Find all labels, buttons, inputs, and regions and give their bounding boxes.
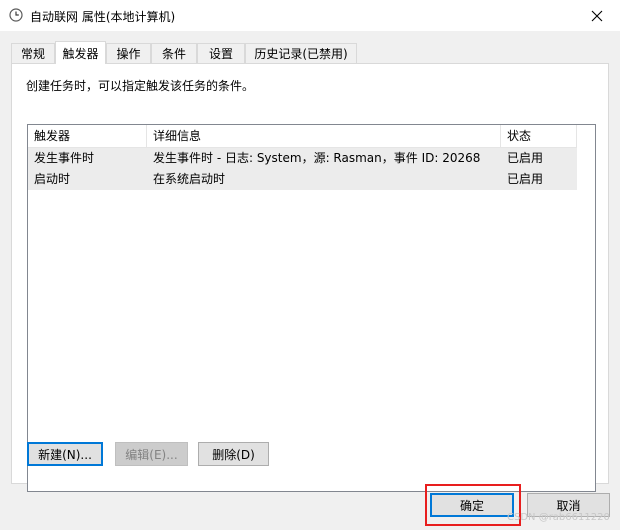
tab-general[interactable]: 常规 <box>11 43 55 63</box>
window-title: 自动联网 属性(本地计算机) <box>30 10 176 24</box>
close-icon <box>591 10 603 21</box>
column-header-details[interactable]: 详细信息 <box>147 125 501 147</box>
close-button[interactable] <box>574 0 620 31</box>
tab-actions[interactable]: 操作 <box>106 43 151 63</box>
tab-settings[interactable]: 设置 <box>197 43 245 63</box>
trigger-cell: 发生事件时 <box>34 151 95 165</box>
triggers-list[interactable]: 触发器 详细信息 状态 发生事件时 发生事件时 - 日志: System，源: … <box>27 124 596 492</box>
details-cell: 发生事件时 - 日志: System，源: Rasman，事件 ID: 2026… <box>153 151 481 165</box>
triggers-description: 创建任务时，可以指定触发该任务的条件。 <box>26 79 255 93</box>
title-bar: 自动联网 属性(本地计算机) <box>0 0 620 31</box>
edit-trigger-button[interactable]: 编辑(E)... <box>115 442 188 466</box>
tab-conditions[interactable]: 条件 <box>151 43 197 63</box>
table-row[interactable]: 发生事件时 发生事件时 - 日志: System，源: Rasman，事件 ID… <box>28 148 577 169</box>
status-cell: 已启用 <box>507 151 544 165</box>
tab-history[interactable]: 历史记录(已禁用) <box>245 43 357 63</box>
new-trigger-button[interactable]: 新建(N)... <box>27 442 103 466</box>
column-header-trigger[interactable]: 触发器 <box>28 125 147 147</box>
trigger-cell: 启动时 <box>34 172 71 186</box>
column-header-status[interactable]: 状态 <box>501 125 577 147</box>
list-header: 触发器 详细信息 状态 <box>28 125 577 148</box>
table-row[interactable]: 启动时 在系统启动时 已启用 <box>28 169 577 190</box>
watermark: CSDN @rab6611220 <box>507 512 610 523</box>
clock-icon <box>9 8 23 22</box>
triggers-panel: 创建任务时，可以指定触发该任务的条件。 触发器 详细信息 状态 发生事件时 发生… <box>11 63 609 492</box>
delete-trigger-button[interactable]: 删除(D) <box>198 442 269 466</box>
status-cell: 已启用 <box>507 172 544 186</box>
tab-triggers[interactable]: 触发器 <box>55 41 106 64</box>
details-cell: 在系统启动时 <box>153 172 226 186</box>
ok-button[interactable]: 确定 <box>430 493 514 517</box>
